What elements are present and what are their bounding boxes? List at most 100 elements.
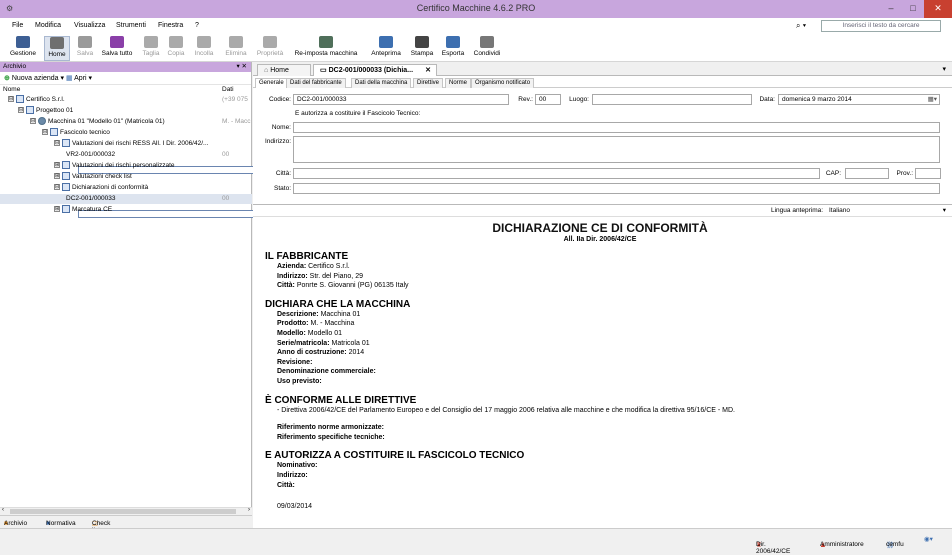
window-title: Certifico Macchine 4.6.2 PRO	[416, 3, 536, 13]
folder-icon	[62, 139, 70, 148]
tree-node[interactable]: VR2-001/000032 00	[0, 150, 748, 174]
column-data[interactable]: Dati	[222, 86, 234, 93]
document-field-line: Città:	[277, 481, 295, 489]
indirizzo-label: Indirizzo:	[264, 138, 291, 145]
menu-modifica[interactable]: Modifica	[35, 22, 61, 29]
tab-document[interactable]: ▭ DC2-001/000033 (Dichia... ✕	[313, 64, 437, 76]
calendar-picker-icon[interactable]: ▦▾	[928, 95, 937, 104]
tree-node[interactable]: ⊞ Marcatura CE	[0, 205, 252, 215]
form-tab[interactable]: Generale	[255, 78, 288, 88]
panel-controls[interactable]: ▾ ✕	[236, 62, 247, 72]
tree-expander-icon[interactable]: ⊞	[54, 162, 60, 169]
preview-language-select[interactable]: Italiano	[829, 205, 850, 217]
menu-help[interactable]: ?	[195, 22, 199, 29]
declaration-form: Codice: DC2-001/000033 Rev.: 00 Luogo: D…	[253, 88, 952, 204]
toolbar-button-paste[interactable]: Incolla	[190, 36, 218, 61]
codice-label: Codice:	[268, 96, 291, 103]
open-dropdown-icon[interactable]: ▾	[89, 75, 93, 82]
tree-node[interactable]: ⊟ Macchina 01 "Modello 01" (Matricola 01)…	[0, 117, 252, 127]
luogo-field[interactable]	[592, 94, 752, 105]
toolbar-button-gear[interactable]: Re-imposta macchina	[288, 36, 364, 61]
open-button[interactable]: Apri	[74, 75, 86, 82]
stato-field[interactable]	[293, 183, 940, 194]
maximize-button[interactable]: □	[902, 0, 924, 18]
close-tab-icon[interactable]: ✕	[425, 65, 431, 76]
toolbar-button-home[interactable]: Home	[44, 36, 70, 61]
tree-node[interactable]: DC2-001/000033 00	[0, 194, 748, 218]
search-icon[interactable]: ⌕ ▾	[796, 21, 806, 31]
archive-toolbar: ⊕ Nuova azienda ▾ ▦ Apri ▾	[0, 72, 251, 85]
add-icon: ⊕	[4, 75, 10, 82]
tree-node[interactable]: ⊞ Valutazioni dei rischi personalizzate	[0, 161, 252, 171]
form-tab[interactable]: Dati del fabbricante	[286, 78, 346, 88]
toolbar-button-export[interactable]: Esporta	[440, 36, 466, 61]
tree-expander-icon[interactable]: ⊟	[18, 107, 24, 114]
document-field-line: Indirizzo: Str. del Piano, 29	[277, 272, 363, 280]
minimize-button[interactable]: –	[880, 0, 902, 18]
toolbar-button-preview[interactable]: Anteprima	[368, 36, 404, 61]
form-tab[interactable]: Dati della macchina	[351, 78, 412, 88]
indirizzo-field[interactable]	[293, 136, 940, 163]
citta-field[interactable]	[293, 168, 820, 179]
toolbar-button-cut[interactable]: Taglia	[140, 36, 162, 61]
menu-visualizza[interactable]: Visualizza	[74, 22, 105, 29]
form-tab[interactable]: Organismo notificato	[471, 78, 535, 88]
new-company-button[interactable]: Nuova azienda	[12, 75, 59, 82]
tree-expander-icon[interactable]: ⊟	[54, 184, 60, 191]
document-subtitle: All. IIa Dir. 2006/42/CE	[563, 236, 637, 243]
cap-field[interactable]	[845, 168, 889, 179]
column-name[interactable]: Nome	[3, 86, 20, 93]
form-tab[interactable]: Norme	[445, 78, 472, 88]
toolbar-button-label: Salva	[76, 50, 94, 57]
menu-file[interactable]: File	[12, 22, 23, 29]
tree-node[interactable]: ⊟ Valutazioni dei rischi RESS All. I Dir.…	[0, 139, 252, 149]
tabs-overflow-icon[interactable]: ▾	[942, 65, 946, 73]
toolbar-button-label: Re-imposta macchina	[294, 50, 358, 57]
toolbar-button-delete[interactable]: Elimina	[222, 36, 250, 61]
rev-field[interactable]: 00	[535, 94, 561, 105]
tree-expander-icon[interactable]: ⊞	[54, 173, 60, 180]
folder-icon	[62, 172, 70, 181]
tree-node[interactable]: ⊟ Dichiarazioni di conformità	[0, 183, 252, 193]
tree-node-label: Dichiarazioni di conformità	[72, 184, 149, 191]
toolbar-button-save-all[interactable]: Salva tutto	[98, 36, 136, 61]
tab-home[interactable]: ⌂ Home	[257, 64, 311, 76]
tree-expander-icon[interactable]: ⊞	[54, 206, 60, 213]
scroll-left-icon[interactable]: ‹	[2, 507, 4, 513]
search-input[interactable]: Inserisci il testo da cercare	[821, 20, 941, 32]
toolbar-button-save[interactable]: Salva	[74, 36, 96, 61]
toolbar-button-label: Home	[48, 51, 66, 58]
horizontal-scrollbar[interactable]: ‹ ›	[0, 507, 252, 515]
scrollbar-thumb[interactable]	[10, 509, 236, 514]
archive-panel: Archivio ▾ ✕ ⊕ Nuova azienda ▾ ▦ Apri ▾ …	[0, 62, 748, 534]
toolbar-button-grid[interactable]: Gestione	[8, 36, 38, 61]
help-icon[interactable]: ◉▾	[924, 535, 933, 543]
tree-expander-icon[interactable]: ⊟	[42, 129, 48, 136]
menu-strumenti[interactable]: Strumenti	[116, 22, 146, 29]
form-tab[interactable]: Direttive	[413, 78, 444, 88]
toolbar-button-mail[interactable]: Condividi	[470, 36, 504, 61]
tree-node[interactable]: ⊟ Progettoo 01	[0, 106, 252, 116]
tree-expander-icon[interactable]: ⊟	[8, 96, 14, 103]
toolbar-button-copy[interactable]: Copia	[166, 36, 186, 61]
toolbar-button-print[interactable]: Stampa	[408, 36, 436, 61]
codice-field[interactable]: DC2-001/000033	[293, 94, 509, 105]
tree-expander-icon[interactable]: ⊟	[54, 140, 60, 147]
menu-finestra[interactable]: Finestra	[158, 22, 183, 29]
tree-node[interactable]: ⊟ Certifico S.r.l. (+39 075	[0, 95, 252, 105]
tree-node-data: 00	[222, 151, 230, 158]
document-field-line: Prodotto: M. - Macchina	[277, 320, 355, 328]
tree-node-label: Progettoo 01	[36, 107, 74, 114]
language-dropdown-icon[interactable]: ▾	[943, 205, 946, 217]
tree-expander-icon[interactable]: ⊟	[30, 118, 36, 125]
tree-node[interactable]: ⊞ Valutazioni check list	[0, 172, 252, 182]
data-field[interactable]: domenica 9 marzo 2014 ▦▾	[778, 94, 940, 105]
nome-field[interactable]	[293, 122, 940, 133]
close-button[interactable]: ✕	[924, 0, 952, 18]
scroll-right-icon[interactable]: ›	[248, 507, 250, 513]
folder-icon	[62, 161, 70, 170]
prov-field[interactable]	[915, 168, 941, 179]
print-icon	[415, 36, 429, 48]
toolbar-button-properties[interactable]: Proprietà	[254, 36, 286, 61]
tree-node[interactable]: ⊟ Fascicolo tecnico	[0, 128, 252, 138]
